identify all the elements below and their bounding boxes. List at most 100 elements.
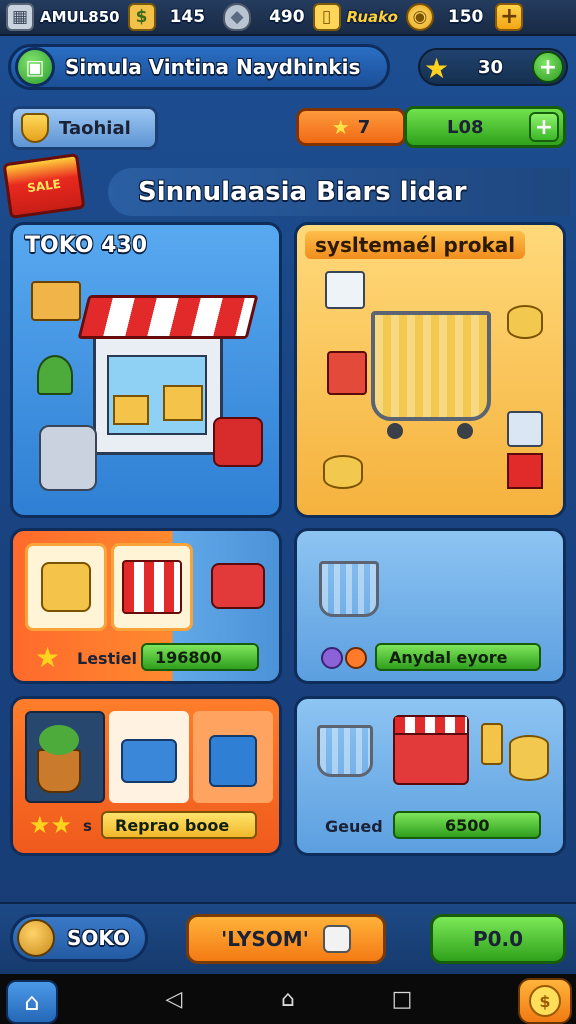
lunchbox-icon (121, 739, 177, 783)
resource-gold: ◉ 150 (398, 0, 484, 35)
middle-action-button[interactable]: 'LYSOM' (186, 914, 386, 964)
stars-icon: ★★ (29, 811, 73, 839)
game-title-pill[interactable]: ▣ Simula Vintina Naydhinkis (8, 44, 390, 90)
store-badge-icon: ▣ (15, 47, 55, 87)
basket-red-icon (213, 417, 263, 467)
cart-icon (317, 725, 373, 777)
profile-tab-button[interactable]: Taohial (10, 106, 158, 150)
market-progress-bar: 6500 (393, 811, 541, 839)
resource-gem: ◆ 490 (205, 0, 305, 35)
cart-card[interactable]: sysltemaél prokal (294, 222, 566, 518)
card-icon (322, 925, 351, 953)
gold-coin-icon: ◉ (405, 3, 434, 31)
stars-value: 30 (478, 57, 504, 78)
middle-action-label: 'LYSOM' (221, 927, 309, 951)
energy-value: L08 (447, 116, 484, 138)
store-card[interactable]: TOKO 430 (10, 222, 282, 518)
product-box-icon (325, 271, 365, 309)
resource-value: 145 (169, 7, 206, 27)
shopping-bag-icon (41, 562, 91, 612)
orange-gem-icon (345, 647, 367, 669)
cart-upgrade-bar: Anydal eyore (375, 643, 541, 671)
basket-icon: ▦ (6, 3, 34, 31)
items-bar-value: 196800 (155, 647, 222, 667)
cart-upgrade-value: Anydal eyore (389, 647, 508, 667)
star-icon: ★ (424, 52, 450, 85)
sale-tag-icon[interactable]: SALE (2, 152, 86, 220)
empty-cart-icon (319, 561, 379, 617)
coin-shop-button[interactable]: $ (518, 978, 572, 1024)
banner-title: Sinnulaasia Biars lidar (138, 177, 467, 207)
bag-icon (39, 425, 97, 491)
market-card[interactable]: Geued 6500 (294, 696, 566, 856)
plants-progress-bar: Reprao booe (101, 811, 257, 839)
lunchbox-tile[interactable] (109, 711, 189, 803)
level-value: 7 (357, 116, 371, 138)
resource-wallet: ▯ Ruako (305, 0, 398, 35)
purple-gem-icon (321, 647, 343, 669)
market-stall-icon (393, 715, 469, 785)
sale-tag-text: SALE (26, 176, 62, 196)
recents-icon[interactable]: □ (390, 987, 414, 1012)
shield-icon (21, 113, 49, 143)
star-icon: ★ (331, 115, 350, 139)
coin-stack-icon (323, 455, 363, 489)
item-tile-bag[interactable] (25, 543, 107, 631)
soko-button[interactable]: SOKO (10, 914, 148, 962)
home-icon[interactable]: ⌂ (276, 987, 300, 1012)
resource-bar: ▦ AMUL850 $ 145 ◆ 490 ▯ Ruako ◉ 150 + (0, 0, 576, 36)
level-counter: ★ 7 (296, 108, 406, 146)
market-label: Geued (325, 817, 383, 836)
cash-icon: $ (127, 3, 156, 31)
resource-cash: $ 145 (120, 0, 206, 35)
items-bar-label: Lestiel (77, 649, 138, 668)
add-stars-button[interactable]: + (532, 51, 564, 83)
resource-basket: ▦ AMUL850 (0, 0, 120, 35)
stars-counter: ★ 30 + (418, 48, 568, 86)
gem-icon: ◆ (223, 3, 252, 31)
treasure-chest-icon (17, 919, 55, 957)
resource-value: 150 (447, 7, 484, 27)
coin-stack-icon (507, 305, 543, 339)
resource-value: Ruako (346, 8, 398, 26)
shop-stall-icon (122, 560, 182, 614)
gift-box-icon (507, 453, 543, 489)
product-box-icon (327, 351, 367, 395)
crate-icon (31, 281, 81, 321)
phone-card-icon (481, 723, 503, 765)
plants-bar-value: Reprao booe (115, 815, 230, 835)
cart-card-label: sysltemaél prokal (305, 231, 526, 259)
tab-label: Taohial (59, 117, 131, 139)
coin-icon: $ (529, 985, 561, 1017)
soko-label: SOKO (67, 926, 131, 950)
plant-icon (37, 355, 73, 395)
right-action-button[interactable]: P0.0 (430, 914, 566, 964)
plant-tile[interactable] (25, 711, 105, 803)
system-nav-bar: ◁ ⌂ □ (0, 974, 576, 1024)
market-bar-value: 6500 (445, 815, 490, 835)
energy-counter: L08 + (404, 106, 566, 148)
cart-upgrade-card[interactable]: Anydal eyore (294, 528, 566, 684)
item-tile-shop[interactable] (111, 543, 193, 631)
items-progress-bar: 196800 (141, 643, 259, 671)
section-banner: Sinnulaasia Biars lidar (108, 168, 570, 216)
add-currency-button[interactable]: + (495, 3, 524, 31)
wallet-icon: ▯ (312, 3, 341, 31)
suitcase-tile[interactable] (193, 711, 273, 803)
delivery-truck-icon (211, 563, 265, 609)
product-box-icon (507, 411, 543, 447)
game-title: Simula Vintina Naydhinkis (65, 55, 361, 79)
star-icon: ★ (35, 641, 61, 674)
coin-stack-icon (509, 735, 549, 781)
plants-card[interactable]: ★★ s Reprao booe (10, 696, 282, 856)
back-icon[interactable]: ◁ (162, 987, 186, 1012)
resource-value: 490 (269, 7, 305, 27)
items-card[interactable]: ★ Lestiel 196800 (10, 528, 282, 684)
suitcase-icon (209, 735, 257, 787)
home-house-icon[interactable]: ⌂ (6, 980, 58, 1024)
resource-value: AMUL850 (40, 8, 120, 26)
add-energy-button[interactable]: + (529, 112, 559, 142)
right-action-label: P0.0 (472, 927, 524, 951)
plants-star-text: s (83, 817, 92, 835)
potted-plant-icon (37, 749, 81, 793)
